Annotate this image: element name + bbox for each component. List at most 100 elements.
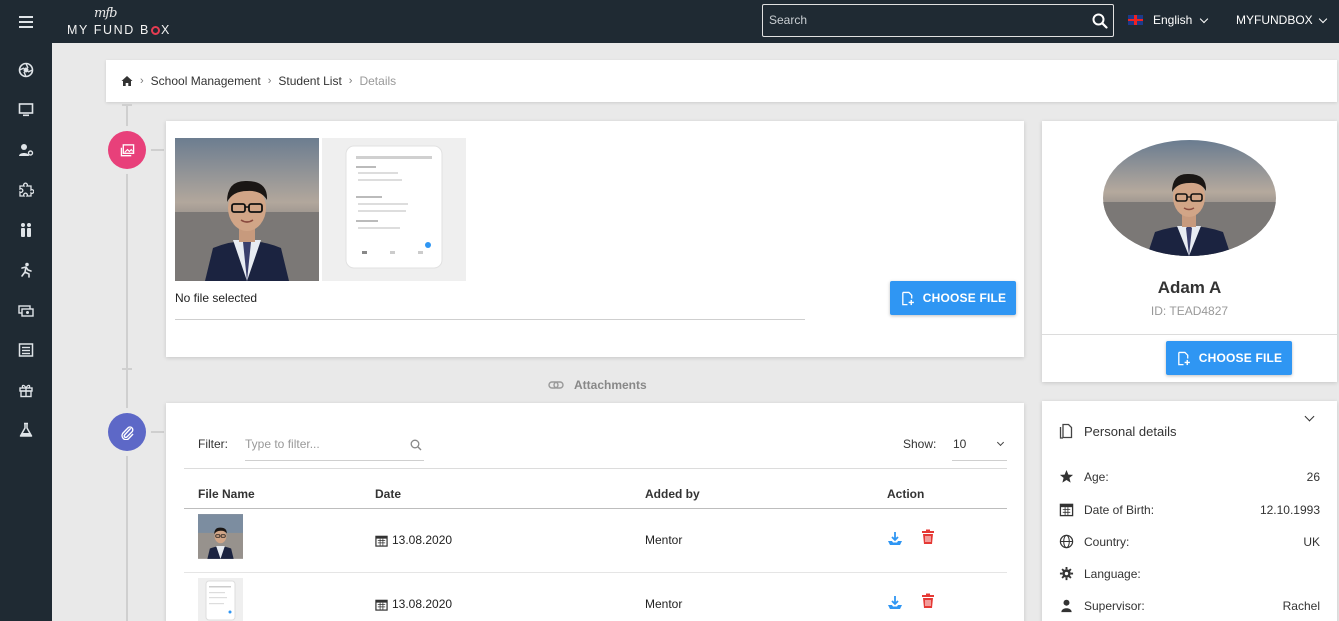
breadcrumb-separator: › [267, 75, 272, 87]
breadcrumb-school-management[interactable]: School Management [151, 74, 261, 88]
page-size-select[interactable]: 10 [952, 430, 1007, 461]
star-icon [1059, 469, 1074, 483]
file-add-icon [901, 291, 914, 305]
timeline-connector [146, 149, 164, 151]
column-header-date[interactable]: Date [375, 487, 401, 501]
choose-file-label: CHOOSE FILE [1198, 351, 1283, 365]
breadcrumb-separator: › [140, 75, 144, 87]
paperclip-icon [120, 425, 133, 440]
filter-field [245, 430, 424, 461]
list-table-icon [18, 343, 34, 357]
detail-value: Rachel [1282, 599, 1320, 613]
detail-row-age: Age: 26 [1059, 468, 1324, 486]
app-screenshot-image [322, 138, 466, 281]
detail-label: Country: [1084, 535, 1130, 549]
profile-name: Adam A [1157, 278, 1222, 297]
app-screenshot-image [198, 578, 243, 621]
show-label: Show: [903, 437, 937, 451]
running-person-icon [21, 262, 32, 278]
detail-label: Date of Birth: [1084, 503, 1155, 517]
puzzle-icon [19, 182, 34, 197]
choose-avatar-file-button[interactable]: CHOOSE FILE [1166, 341, 1292, 375]
detail-value: UK [1303, 535, 1320, 549]
row-date: 13.08.2020 [375, 533, 452, 547]
detail-row-language: Language: [1059, 565, 1324, 583]
detail-label: Supervisor: [1084, 599, 1145, 613]
flask-icon [19, 422, 33, 437]
attachments-section-label: Attachments [548, 378, 647, 392]
sidebar-item-dashboard[interactable] [16, 60, 36, 80]
row-added-by: Mentor [645, 597, 683, 611]
breadcrumb: › School Management › Student List › Det… [106, 60, 1337, 102]
timeline-cap [122, 368, 132, 370]
detail-value: 26 [1306, 470, 1320, 484]
detail-row-supervisor: Supervisor: Rachel [1059, 597, 1324, 615]
download-icon[interactable] [887, 595, 903, 611]
sidebar-item-rewards[interactable] [16, 380, 36, 400]
sidebar [0, 43, 52, 621]
breadcrumb-student-list[interactable]: Student List [278, 74, 341, 88]
uk-flag-icon [1128, 15, 1143, 25]
sidebar-item-activities[interactable] [16, 260, 36, 280]
sidebar-item-students[interactable] [16, 220, 36, 240]
images-icon [120, 143, 134, 156]
download-icon[interactable] [887, 531, 903, 547]
trash-icon[interactable] [921, 529, 935, 545]
student-photo-image [175, 138, 319, 281]
top-bar: mfb MY FUND B X English MYFUNDBOX [0, 0, 1339, 43]
brand-logo[interactable]: mfb MY FUND B X [67, 6, 177, 38]
choose-file-button[interactable]: CHOOSE FILE [890, 281, 1016, 315]
file-thumbnail[interactable] [198, 578, 243, 621]
choose-file-label: CHOOSE FILE [922, 291, 1007, 305]
image-upload-card: No file selected CHOOSE FILE [166, 121, 1024, 357]
collapse-chevron-icon[interactable] [1304, 411, 1315, 422]
trash-icon[interactable] [921, 593, 935, 609]
logo-signature: mfb [94, 6, 117, 21]
images-timeline-badge [108, 131, 146, 169]
document-icon [1059, 423, 1073, 439]
attachments-label: Attachments [574, 378, 647, 392]
menu-toggle-button[interactable] [0, 0, 52, 43]
account-menu[interactable]: MYFUNDBOX [1236, 13, 1327, 27]
detail-value: 12.10.1993 [1259, 503, 1320, 517]
user-icon [1061, 599, 1072, 613]
breadcrumb-current: Details [359, 74, 397, 88]
logo-text: MY FUND B X [67, 23, 171, 37]
search-icon[interactable] [1092, 13, 1108, 29]
filter-input[interactable] [245, 437, 395, 451]
filter-label: Filter: [198, 437, 228, 451]
user-cog-icon [19, 144, 34, 156]
detail-label: Language: [1084, 567, 1141, 581]
search-input[interactable] [769, 13, 1089, 27]
chevron-down-icon [996, 438, 1005, 447]
sidebar-item-monitor[interactable] [16, 100, 36, 120]
sidebar-item-user-settings[interactable] [16, 140, 36, 160]
money-icon [18, 305, 34, 317]
home-icon[interactable] [121, 75, 133, 87]
chevron-down-icon [1318, 14, 1327, 23]
timeline-line [126, 104, 128, 621]
sidebar-item-modules[interactable] [16, 180, 36, 200]
hamburger-icon [19, 15, 33, 28]
table-divider [184, 468, 1007, 469]
account-label: MYFUNDBOX [1236, 13, 1313, 27]
file-thumbnail[interactable] [198, 514, 243, 559]
language-selector[interactable]: English [1128, 13, 1209, 27]
sidebar-item-lab[interactable] [16, 420, 36, 440]
sidebar-item-payments[interactable] [16, 300, 36, 320]
sidebar-item-reports[interactable] [16, 340, 36, 360]
column-header-added-by[interactable]: Added by [645, 487, 700, 501]
page-size-value: 10 [953, 437, 967, 451]
avatar [1103, 140, 1276, 256]
logo-text-part2: X [160, 23, 171, 37]
chevron-down-icon [1200, 14, 1209, 23]
student-photo-thumbnail[interactable] [175, 138, 319, 281]
logo-dot-icon [150, 26, 160, 35]
row-date: 13.08.2020 [375, 597, 452, 611]
profile-id: ID: TEAD4827 [1150, 304, 1229, 318]
column-header-file-name[interactable]: File Name [198, 487, 255, 501]
app-screenshot-thumbnail[interactable] [322, 138, 466, 281]
calendar-icon [375, 535, 388, 547]
table-row: 13.08.2020 Mentor [184, 509, 1007, 573]
profile-card: Adam A ID: TEAD4827 CHOOSE FILE [1042, 121, 1337, 382]
